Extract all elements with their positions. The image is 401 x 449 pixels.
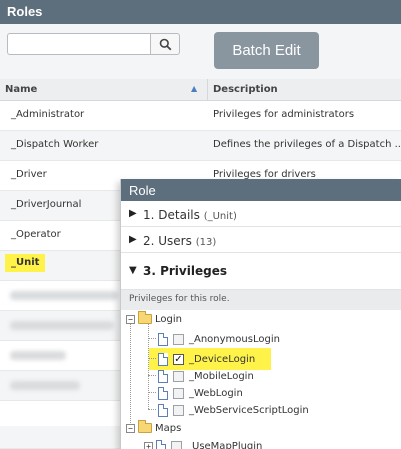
document-icon bbox=[158, 386, 168, 400]
role-panel: Role ▶ 1. Details (_Unit) ▶ 2. Users (13… bbox=[120, 179, 401, 449]
expand-icon[interactable]: + bbox=[144, 441, 153, 449]
checkbox[interactable] bbox=[173, 387, 184, 399]
item-label: _WebLogin bbox=[189, 387, 243, 399]
tree-item-devicelogin[interactable]: ✓ _DeviceLogin bbox=[158, 351, 255, 367]
blurred-text bbox=[10, 291, 118, 300]
section-label: 2. Users (13) bbox=[143, 234, 217, 248]
tree-folder-maps[interactable]: − Maps bbox=[126, 420, 181, 436]
folder-icon bbox=[138, 311, 152, 324]
folder-icon bbox=[138, 420, 152, 433]
document-icon bbox=[158, 403, 168, 417]
tree-item-mobilelogin[interactable]: _MobileLogin bbox=[158, 368, 254, 384]
column-header-description[interactable]: Description bbox=[213, 84, 278, 95]
checkbox-checked[interactable]: ✓ bbox=[173, 353, 184, 365]
section-users[interactable]: ▶ 2. Users (13) bbox=[121, 227, 401, 253]
grid-header: Name ▲ Description bbox=[0, 79, 401, 101]
row-name: _Operator bbox=[11, 229, 61, 240]
document-icon bbox=[158, 332, 168, 346]
privileges-tree: − Login _AnonymousLogin ✓ _DeviceLogin _… bbox=[121, 310, 401, 449]
blurred-text bbox=[10, 381, 80, 390]
checkbox[interactable] bbox=[173, 404, 184, 416]
caret-right-icon: ▶ bbox=[129, 234, 137, 245]
search-icon bbox=[159, 38, 171, 50]
row-description: Privileges for administrators bbox=[213, 109, 355, 120]
checkbox[interactable] bbox=[173, 333, 184, 345]
row-name: _Unit bbox=[5, 254, 46, 272]
section-label: 1. Details (_Unit) bbox=[143, 208, 237, 222]
item-label: _MobileLogin bbox=[189, 370, 254, 382]
section-privileges[interactable]: ▼ 3. Privileges bbox=[121, 253, 401, 290]
item-label: _AnonymousLogin bbox=[189, 333, 280, 345]
blurred-text bbox=[10, 321, 114, 330]
checkbox[interactable] bbox=[173, 370, 184, 382]
item-label: _DeviceLogin bbox=[189, 353, 256, 365]
caret-right-icon: ▶ bbox=[129, 208, 137, 219]
tree-item-weblogin[interactable]: _WebLogin bbox=[158, 385, 243, 401]
section-label: 3. Privileges bbox=[143, 264, 227, 278]
search-button[interactable] bbox=[150, 33, 180, 55]
item-label: _WebServiceScriptLogin bbox=[189, 404, 309, 416]
highlighted-role-name: _Unit bbox=[5, 254, 46, 272]
tree-item-anonymouslogin[interactable]: _AnonymousLogin bbox=[158, 331, 280, 347]
document-icon bbox=[158, 369, 168, 383]
batch-edit-button[interactable]: Batch Edit bbox=[214, 32, 319, 69]
row-description: Defines the privileges of a Dispatch ... bbox=[213, 139, 401, 150]
folder-label: Maps bbox=[155, 422, 182, 434]
row-name: _Driver bbox=[11, 169, 47, 180]
row-name: _Administrator bbox=[11, 109, 85, 120]
privileges-note: Privileges for this role. bbox=[121, 290, 401, 310]
role-panel-title: Role bbox=[121, 179, 401, 201]
row-name: _Dispatch Worker bbox=[11, 139, 99, 150]
tree-item-usemapplugin[interactable]: + _UseMapPlugin bbox=[144, 438, 262, 449]
sort-ascending-icon[interactable]: ▲ bbox=[191, 84, 197, 93]
table-row[interactable]: _Administrator Privileges for administra… bbox=[0, 101, 401, 131]
page-title: Roles bbox=[0, 0, 401, 24]
collapse-icon[interactable]: − bbox=[126, 314, 135, 324]
document-icon bbox=[156, 439, 166, 449]
document-icon bbox=[158, 352, 168, 366]
tree-item-webservicescriptlogin[interactable]: _WebServiceScriptLogin bbox=[158, 402, 309, 418]
blurred-text bbox=[10, 351, 66, 360]
row-name: _DriverJournal bbox=[11, 199, 82, 210]
table-row[interactable]: _Dispatch Worker Defines the privileges … bbox=[0, 131, 401, 161]
column-header-name[interactable]: Name ▲ bbox=[0, 79, 208, 101]
collapse-icon[interactable]: − bbox=[126, 423, 135, 433]
folder-label: Login bbox=[155, 313, 182, 325]
checkbox[interactable] bbox=[171, 440, 182, 449]
caret-down-icon: ▼ bbox=[129, 265, 137, 276]
section-details[interactable]: ▶ 1. Details (_Unit) bbox=[121, 201, 401, 227]
search-input[interactable] bbox=[7, 33, 151, 55]
toolbar: Batch Edit bbox=[0, 24, 401, 79]
tree-folder-login[interactable]: − Login bbox=[126, 311, 182, 327]
item-label: _UseMapPlugin bbox=[187, 440, 263, 449]
column-header-name-label: Name bbox=[5, 84, 38, 95]
